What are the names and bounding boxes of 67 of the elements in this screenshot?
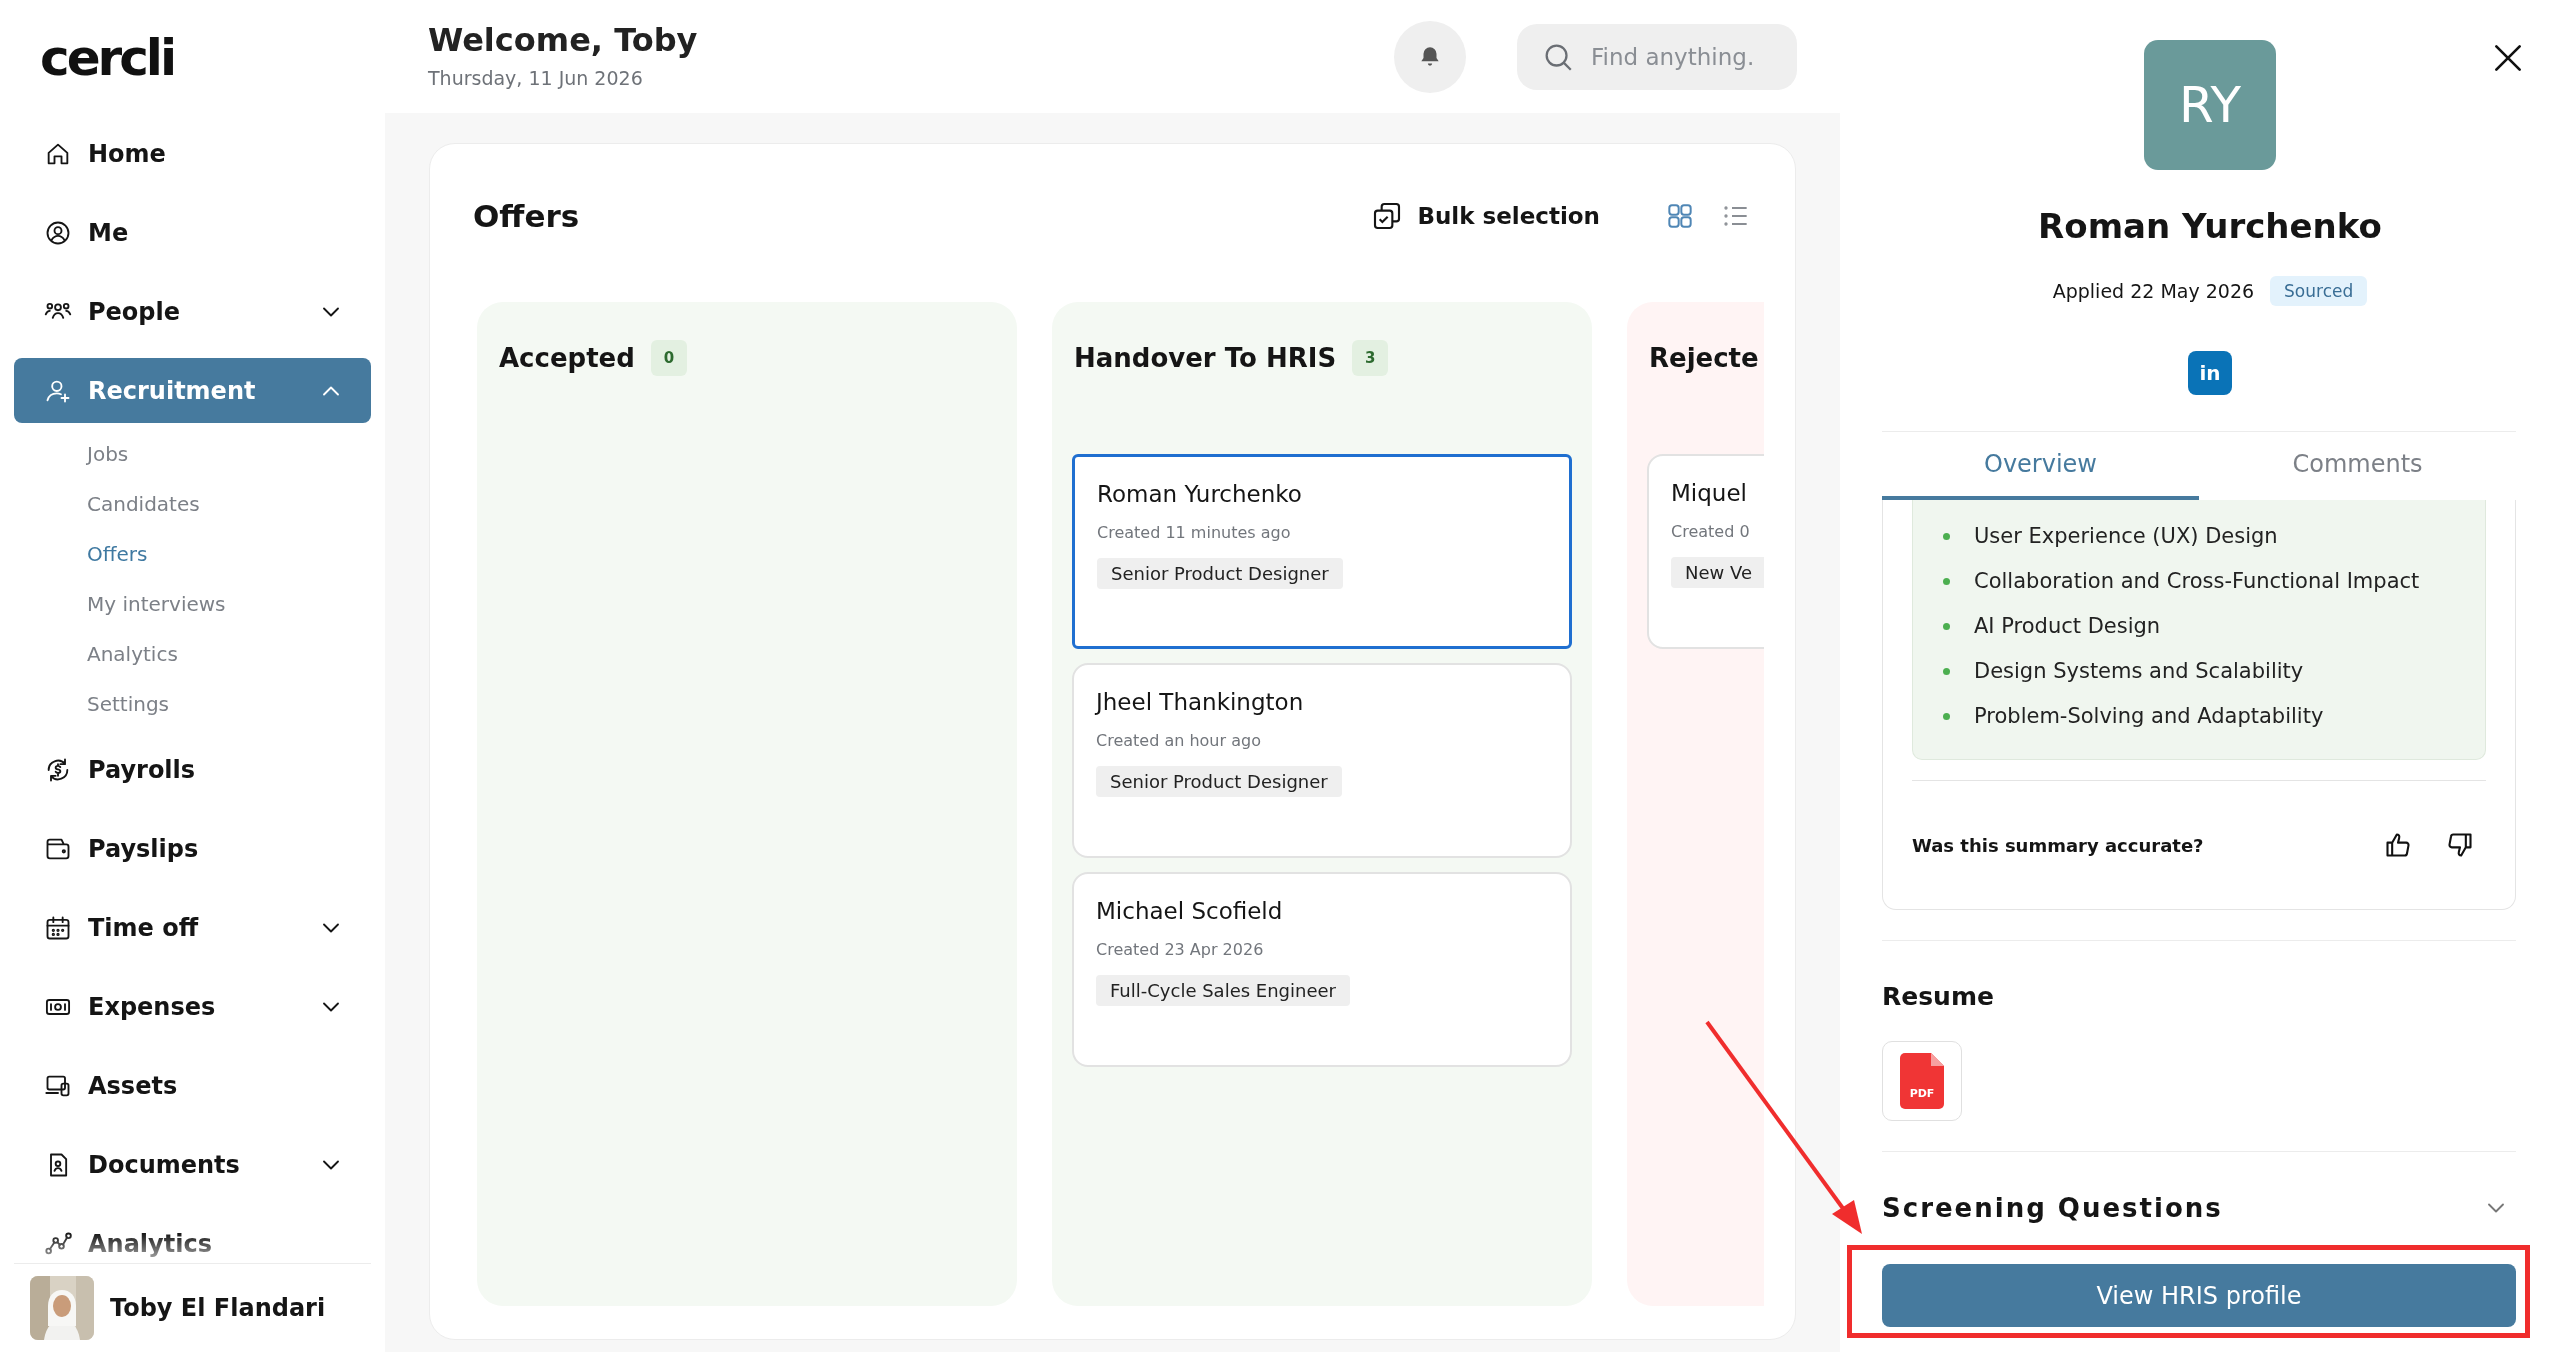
nav-subitem[interactable]: My interviews — [0, 579, 371, 629]
nav-item[interactable]: Assets — [14, 1053, 371, 1118]
bulk-selection-button[interactable]: Bulk selection — [1371, 200, 1600, 232]
bullet-dot — [1943, 668, 1950, 675]
candidate-name: Roman Yurchenko — [2038, 206, 2382, 246]
created-time: Created 11 minutes ago — [1097, 523, 1292, 542]
count-badge: 3 — [1352, 340, 1389, 376]
created-time: Created an hour ago — [1096, 731, 1262, 750]
skill-item: Design Systems and Scalability — [1974, 659, 2304, 684]
role-tag: Senior Product Designer — [1097, 558, 1343, 589]
nav-subitem[interactable]: Candidates — [0, 479, 371, 529]
resume-file[interactable]: PDF — [1882, 1041, 1962, 1121]
nav-subitem[interactable]: Settings — [0, 679, 371, 729]
date-text: Thursday, 11 Jun 2026 — [428, 66, 644, 89]
section-title: Screening Questions — [1882, 1193, 2224, 1223]
column-title: Accepted — [499, 343, 635, 373]
nav-subitem[interactable]: Offers — [0, 529, 371, 579]
linkedin-button[interactable]: in — [2188, 351, 2232, 395]
candidate-name: Michael Scofield — [1096, 898, 1284, 924]
bullet-dot — [1943, 533, 1950, 540]
created-time: Created 23 Apr 2026 — [1096, 940, 1265, 959]
candidate-card[interactable]: Roman Yurchenko Created 11 minutes ago Senior Product Designer — [1072, 454, 1572, 649]
nav-subitem[interactable]: Jobs — [0, 429, 371, 479]
section-title: Resume — [1882, 982, 1995, 1011]
nav-item[interactable]: Expenses — [14, 974, 371, 1039]
skill-item: AI Product Design — [1974, 614, 2161, 639]
skill-item: Problem-Solving and Adaptability — [1974, 704, 2324, 729]
created-time: Created 0 — [1671, 522, 1751, 541]
candidate-name: Jheel Thankington — [1096, 689, 1305, 715]
candidate-card[interactable]: Jheel Thankington Created an hour ago Senior Product Designer — [1072, 663, 1572, 858]
logo: cercli — [39, 28, 175, 89]
nav-item[interactable]: Documents — [14, 1132, 371, 1197]
user-name: Toby El Flandari — [110, 1294, 326, 1322]
nav-item[interactable]: Me — [14, 200, 371, 265]
nav-item[interactable]: Recruitment — [14, 358, 371, 423]
bullet-dot — [1943, 623, 1950, 630]
tab[interactable]: Comments — [2199, 432, 2516, 500]
count-badge: 0 — [650, 340, 687, 376]
nav-item[interactable]: Payrolls — [14, 737, 371, 802]
role-tag: Full-Cycle Sales Engineer — [1096, 975, 1350, 1006]
feedback-question: Was this summary accurate? — [1912, 834, 2205, 856]
nav-item[interactable]: Time off — [14, 895, 371, 960]
nav-subitem[interactable]: Analytics — [0, 629, 371, 679]
view-hris-profile-button[interactable]: View HRIS profile — [1882, 1264, 2516, 1327]
candidate-card[interactable]: Michael Scofield Created 23 Apr 2026 Full-Cycle Sales Engineer — [1072, 872, 1572, 1067]
bullet-dot — [1943, 713, 1950, 720]
candidate-name: Miquel — [1671, 480, 1748, 506]
nav-item[interactable]: Analytics — [14, 1211, 371, 1263]
skill-item: User Experience (UX) Design — [1974, 524, 2278, 549]
nav-item[interactable]: Payslips — [14, 816, 371, 881]
applied-date: Applied 22 May 2026 — [2052, 280, 2255, 302]
pdf-file-icon: PDF — [1900, 1053, 1944, 1109]
status-badge: Sourced — [2270, 276, 2368, 306]
role-tag: New Ve — [1671, 557, 1764, 588]
column-title: Rejecte — [1649, 343, 1759, 373]
role-tag: Senior Product Designer — [1096, 766, 1342, 797]
skill-item: Collaboration and Cross-Functional Impact — [1974, 569, 2420, 594]
bullet-dot — [1943, 578, 1950, 585]
candidate-avatar: RY — [2144, 40, 2276, 170]
welcome-title: Welcome, Toby — [428, 20, 699, 59]
candidate-name: Roman Yurchenko — [1097, 481, 1303, 507]
search-field[interactable]: Find anything. — [1517, 23, 1797, 90]
candidate-card[interactable]: Miquel Created 0 New Ve — [1647, 454, 1764, 649]
column-title: Handover To HRIS — [1074, 343, 1337, 373]
nav-item[interactable]: People — [14, 279, 371, 344]
nav-item[interactable]: Home — [14, 121, 371, 186]
board-title: Offers — [473, 198, 581, 234]
